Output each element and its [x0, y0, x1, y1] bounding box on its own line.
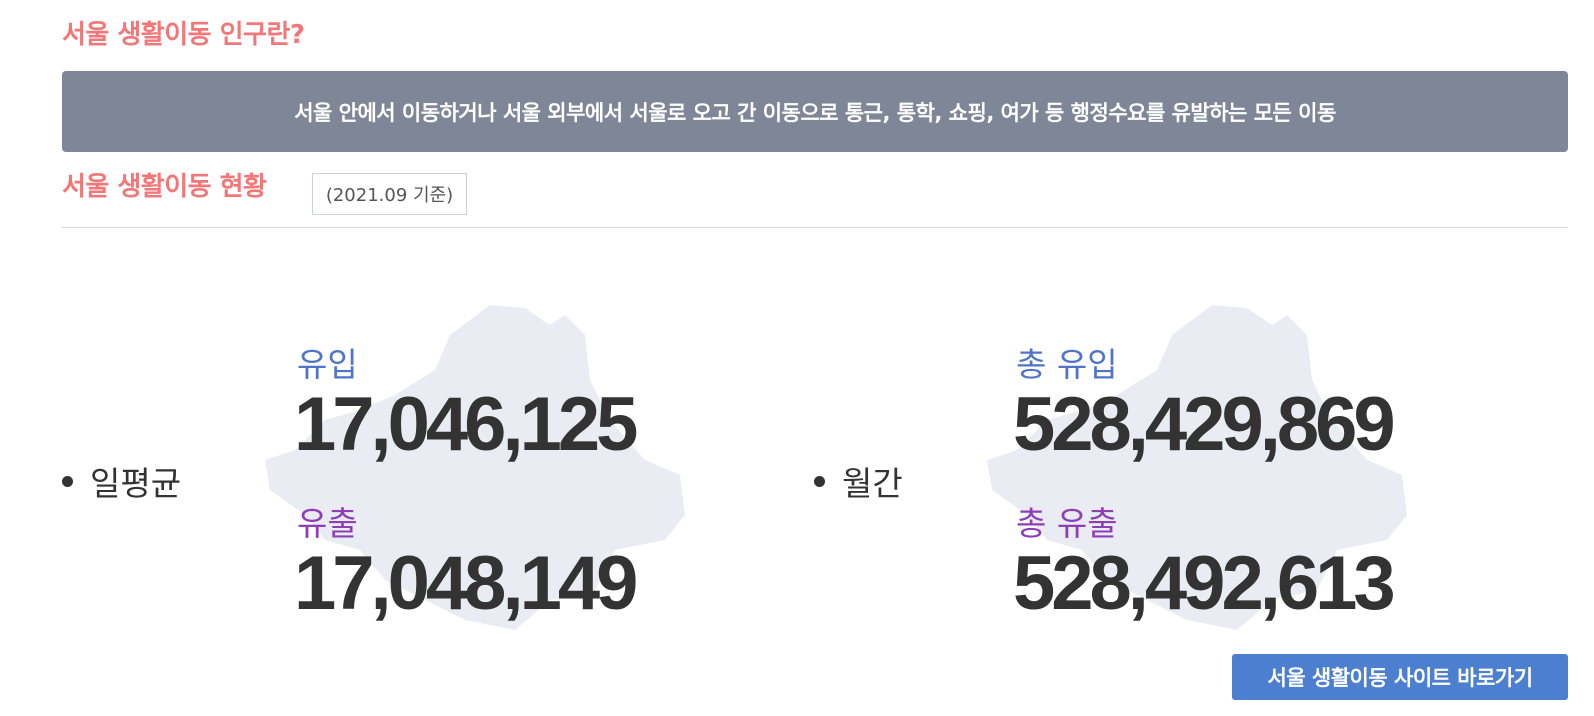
bullet-icon	[62, 475, 73, 487]
intro-title: 서울 생활이동 인구란?	[62, 20, 305, 50]
seoul-mobility-site-button[interactable]: 서울 생활이동 사이트 바로가기	[1232, 654, 1568, 700]
monthly-text: 월간	[842, 464, 903, 503]
basis-date-badge: (2021.09 기준)	[312, 173, 467, 215]
daily-average-text: 일평균	[90, 464, 182, 503]
seoul-mobility-panel: 서울 생활이동 인구란? 서울 안에서 이동하거나 서울 외부에서 서울로 오고…	[62, 0, 1568, 716]
daily-average-label: 일평균	[62, 457, 181, 505]
daily-outflow-label: 유출	[297, 504, 358, 543]
daily-outflow-value: 17,048,149	[294, 541, 638, 626]
monthly-total-inflow-label: 총 유입	[1016, 345, 1118, 384]
monthly-total-inflow-value: 528,429,869	[1013, 382, 1396, 467]
monthly-total-outflow-value: 528,492,613	[1013, 541, 1396, 626]
definition-box: 서울 안에서 이동하거나 서울 외부에서 서울로 오고 간 이동으로 통근, 통…	[62, 71, 1568, 152]
status-title: 서울 생활이동 현황	[62, 172, 267, 202]
bullet-icon	[814, 475, 825, 487]
monthly-label: 월간	[814, 457, 903, 505]
definition-text: 서울 안에서 이동하거나 서울 외부에서 서울로 오고 간 이동으로 통근, 통…	[294, 100, 1336, 125]
monthly-total-outflow-label: 총 유출	[1016, 504, 1118, 543]
divider	[62, 227, 1568, 228]
daily-inflow-value: 17,046,125	[294, 382, 638, 467]
daily-inflow-label: 유입	[297, 345, 358, 384]
